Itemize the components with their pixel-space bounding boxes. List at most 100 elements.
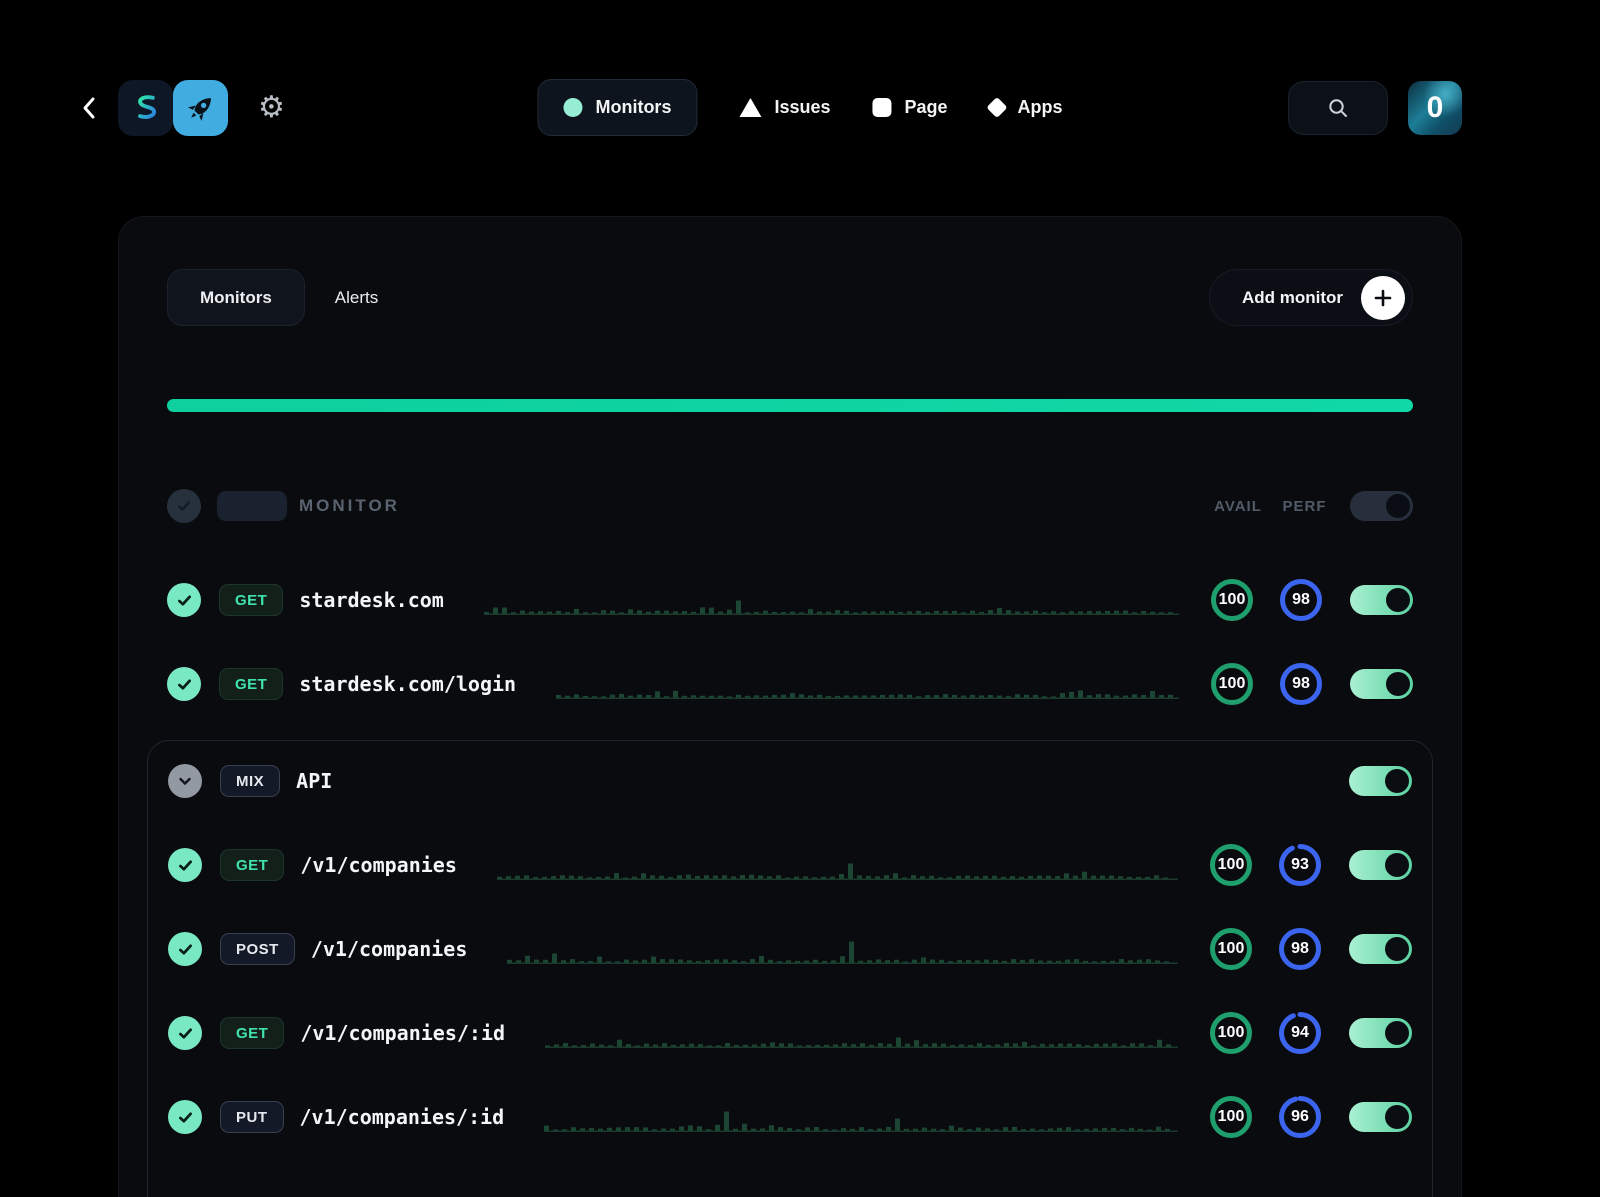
- monitor-path[interactable]: /v1/companies/:id: [300, 1021, 505, 1045]
- monitor-path[interactable]: /v1/companies: [300, 853, 457, 877]
- toggle-knob: [1385, 937, 1409, 961]
- nav-item-label: Apps: [1018, 97, 1063, 118]
- chevron-down-icon: [177, 773, 193, 789]
- monitor-path[interactable]: /v1/companies/:id: [300, 1105, 505, 1129]
- group-name[interactable]: API: [296, 769, 332, 793]
- nav-item-apps[interactable]: Apps: [990, 79, 1063, 136]
- apps-diamond-icon: [986, 97, 1007, 118]
- top-nav: ⚙ Monitors Issues Page Apps: [0, 79, 1600, 136]
- sparkline-chart: [545, 1022, 1178, 1048]
- performance-ring: 98: [1278, 661, 1324, 707]
- availability-value: 100: [1208, 1094, 1254, 1140]
- sparkline-chart: [484, 589, 1179, 615]
- monitor-row: POST/v1/companies10098: [168, 921, 1412, 977]
- availability-ring: 100: [1209, 577, 1255, 623]
- monitor-row: GET/v1/companies/:id10094: [168, 1005, 1412, 1061]
- search-button[interactable]: [1288, 81, 1388, 135]
- monitor-list: GET stardesk.com 100 98 GET stardesk.com/logi…: [167, 572, 1413, 712]
- tab-monitors[interactable]: Monitors: [167, 269, 305, 326]
- monitor-toggle[interactable]: [1349, 934, 1412, 964]
- toggle-knob: [1385, 769, 1409, 793]
- performance-ring: 96: [1277, 1094, 1323, 1140]
- monitor-toggle[interactable]: [1349, 1102, 1412, 1132]
- monitor-path[interactable]: /v1/companies: [311, 937, 468, 961]
- performance-ring: 98: [1278, 577, 1324, 623]
- nav-item-issues[interactable]: Issues: [739, 79, 830, 136]
- tab-label: Alerts: [335, 288, 378, 308]
- columns-toggle[interactable]: [1350, 491, 1413, 521]
- toggle-knob: [1385, 1105, 1409, 1129]
- availability-ring: 100: [1208, 926, 1254, 972]
- status-check-icon[interactable]: [167, 667, 201, 701]
- monitor-row: GET stardesk.com/login 100 98: [167, 656, 1413, 712]
- app-switcher: [118, 80, 228, 136]
- availability-value: 100: [1209, 661, 1255, 707]
- monitor-path[interactable]: stardesk.com: [299, 588, 444, 612]
- availability-value: 100: [1208, 842, 1254, 888]
- tab-alerts[interactable]: Alerts: [305, 269, 378, 326]
- group-method-badge: MIX: [220, 765, 280, 797]
- chevron-left-icon: [80, 96, 98, 120]
- app-page: ⚙ Monitors Issues Page Apps: [0, 0, 1600, 1197]
- method-badge: GET: [219, 668, 283, 700]
- collapse-group-button[interactable]: [168, 764, 202, 798]
- monitor-row: GET/v1/companies 100 93: [168, 837, 1412, 893]
- monitor-toggle[interactable]: [1350, 669, 1413, 699]
- toggle-knob: [1386, 588, 1410, 612]
- nav-item-label: Page: [905, 97, 948, 118]
- performance-ring: 93: [1277, 842, 1323, 888]
- table-header: MONITOR AVAIL PERF: [167, 486, 1413, 526]
- method-badge: POST: [220, 933, 295, 965]
- column-monitor-label: MONITOR: [299, 496, 400, 516]
- nav-item-monitors[interactable]: Monitors: [537, 79, 697, 136]
- avatar-label: 0: [1427, 91, 1444, 125]
- status-check-icon[interactable]: [168, 932, 202, 966]
- stardesk-logo-tile[interactable]: [118, 80, 173, 136]
- sparkline-chart: [497, 854, 1178, 880]
- nav-item-page[interactable]: Page: [873, 79, 948, 136]
- page-square-icon: [873, 98, 892, 117]
- toggle-knob: [1385, 853, 1409, 877]
- performance-value: 94: [1277, 1010, 1323, 1056]
- monitor-toggle[interactable]: [1350, 585, 1413, 615]
- uptime-status-bar: [167, 399, 1413, 412]
- toggle-knob: [1386, 494, 1410, 518]
- toggle-knob: [1386, 672, 1410, 696]
- monitor-row: PUT/v1/companies/:id 100 96: [168, 1089, 1412, 1145]
- select-all-checkbox[interactable]: [167, 489, 201, 523]
- monitor-group-api: MIX API GET/v1/companies 100 93 POST/v1/com…: [147, 740, 1433, 1197]
- sparkline-chart: [544, 1106, 1178, 1132]
- main-nav: Monitors Issues Page Apps: [537, 79, 1062, 136]
- tab-label: Monitors: [200, 288, 272, 308]
- plus-icon: [1361, 276, 1405, 320]
- monitor-toggle[interactable]: [1349, 850, 1412, 880]
- method-badge: GET: [220, 849, 284, 881]
- group-toggle[interactable]: [1349, 766, 1412, 796]
- performance-value: 98: [1278, 661, 1324, 707]
- sparkline-chart: [507, 938, 1178, 964]
- add-monitor-button[interactable]: Add monitor: [1209, 269, 1413, 326]
- method-filter-placeholder[interactable]: [217, 491, 287, 521]
- sparkline-chart: [556, 673, 1179, 699]
- rocket-icon: [178, 85, 223, 130]
- status-check-icon[interactable]: [168, 1100, 202, 1134]
- rocket-app-tile[interactable]: [173, 80, 228, 136]
- method-badge: PUT: [220, 1101, 284, 1133]
- performance-value: 96: [1277, 1094, 1323, 1140]
- method-badge: GET: [219, 584, 283, 616]
- performance-value: 98: [1278, 577, 1324, 623]
- nav-item-label: Monitors: [595, 97, 671, 118]
- avatar[interactable]: 0: [1408, 81, 1462, 135]
- back-button[interactable]: [76, 95, 102, 121]
- status-check-icon[interactable]: [167, 583, 201, 617]
- settings-gear-icon[interactable]: ⚙: [258, 93, 285, 123]
- status-check-icon[interactable]: [168, 848, 202, 882]
- monitor-toggle[interactable]: [1349, 1018, 1412, 1048]
- monitor-path[interactable]: stardesk.com/login: [299, 672, 516, 696]
- stardesk-logo-icon: [129, 91, 163, 125]
- group-header-row: MIX API: [168, 753, 1412, 809]
- status-check-icon[interactable]: [168, 1016, 202, 1050]
- availability-ring: 100: [1208, 1010, 1254, 1056]
- availability-ring: 100: [1209, 661, 1255, 707]
- toggle-knob: [1385, 1021, 1409, 1045]
